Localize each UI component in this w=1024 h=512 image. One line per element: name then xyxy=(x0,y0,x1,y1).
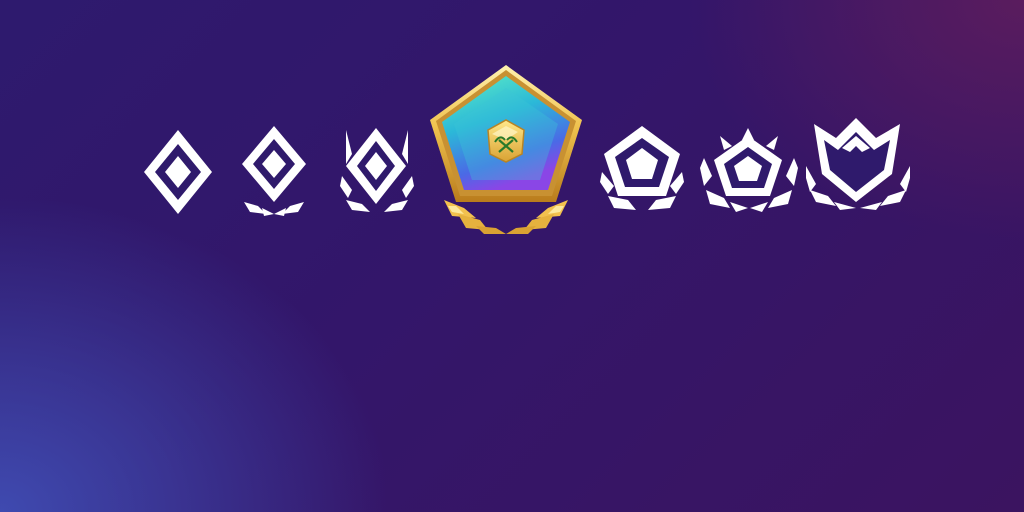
rank-diamond-laurel-icon xyxy=(236,124,316,220)
rank-pentagon-spiked-icon xyxy=(700,128,798,214)
rank-pentagon-icon xyxy=(600,124,688,214)
rank-diamond-spiked-icon xyxy=(338,124,418,220)
rank-diamond-1-icon xyxy=(140,128,220,218)
rank-gold-pentagon-pickaxe-icon xyxy=(430,62,590,242)
rank-showcase-banner xyxy=(0,0,1024,512)
rank-crown-icon xyxy=(806,118,910,212)
